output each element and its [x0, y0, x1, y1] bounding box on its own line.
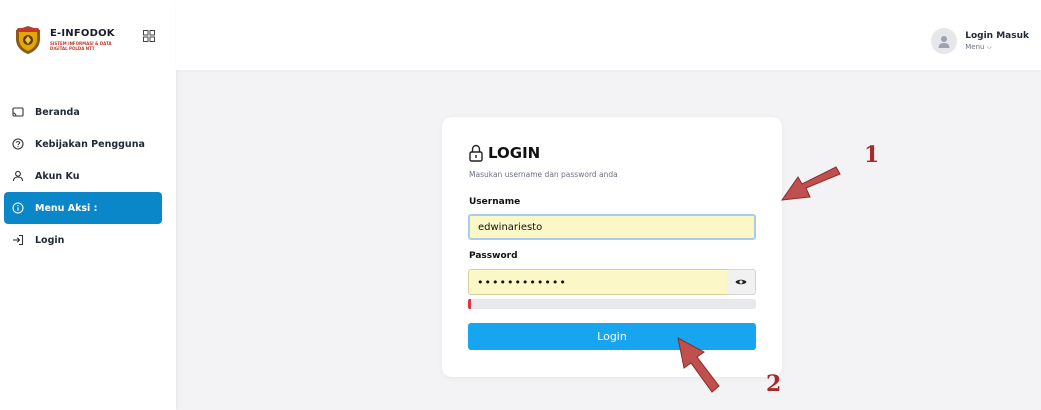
sidebar-item-kebijakan-pengguna[interactable]: Kebijakan Pengguna	[0, 128, 176, 160]
toggle-password-visibility-button[interactable]	[727, 269, 756, 295]
sidebar-item-menu-aksi[interactable]: Menu Aksi :	[4, 192, 162, 224]
annotation-number-1: 1	[864, 142, 880, 168]
user-avatar-icon	[938, 36, 950, 48]
police-emblem-logo	[16, 26, 40, 54]
lock-icon	[469, 144, 483, 162]
sidebar-item-beranda[interactable]: Beranda	[0, 96, 176, 128]
user-menu[interactable]: Login Masuk Menu ⌵	[931, 28, 1029, 54]
sidebar-item-login[interactable]: Login	[0, 224, 176, 256]
annotation-number-2: 2	[766, 371, 782, 397]
password-strength-fill	[468, 299, 471, 309]
brand: E-INFODOK SISTEM INFORMASI & DATA DIGITA…	[0, 0, 176, 80]
eye-icon	[735, 279, 747, 285]
user-name: Login Masuk	[965, 30, 1029, 41]
sidebar-item-label: Beranda	[35, 106, 80, 118]
info-icon	[12, 202, 24, 214]
sidebar-menu: Beranda Kebijakan Pengguna Akun Ku Menu …	[0, 96, 176, 256]
cast-icon	[12, 107, 24, 117]
help-circle-icon	[12, 138, 24, 150]
login-card: LOGIN Masukan username dan password anda…	[442, 117, 782, 377]
user-menu-label: Menu ⌵	[965, 42, 992, 51]
user-icon	[12, 170, 24, 182]
sidebar-item-label: Akun Ku	[35, 170, 80, 182]
sidebar-item-label: Kebijakan Pengguna	[35, 138, 145, 150]
password-input[interactable]	[468, 269, 728, 295]
username-label: Username	[469, 197, 521, 207]
password-strength-bar	[468, 299, 756, 309]
login-title-text: LOGIN	[488, 144, 541, 162]
brand-title: E-INFODOK	[50, 28, 115, 39]
avatar	[931, 28, 958, 54]
sidebar-item-label: Login	[35, 234, 65, 246]
sidebar-item-label: Menu Aksi :	[35, 202, 98, 214]
brand-subtitle: SISTEM INFORMASI & DATA DIGITAL POLDA NT…	[50, 41, 112, 51]
login-title: LOGIN	[468, 144, 540, 162]
login-subtitle: Masukan username dan password anda	[469, 170, 618, 179]
grid-menu-icon[interactable]	[143, 30, 155, 42]
username-input[interactable]	[468, 214, 756, 240]
sidebar-item-akun-ku[interactable]: Akun Ku	[0, 160, 176, 192]
annotation-arrow-1	[780, 166, 841, 201]
sidebar: E-INFODOK SISTEM INFORMASI & DATA DIGITA…	[0, 0, 176, 410]
password-label: Password	[469, 251, 518, 261]
top-header: Login Masuk Menu ⌵	[176, 0, 1041, 70]
login-icon	[13, 234, 24, 246]
annotation-arrow-2	[677, 337, 720, 393]
